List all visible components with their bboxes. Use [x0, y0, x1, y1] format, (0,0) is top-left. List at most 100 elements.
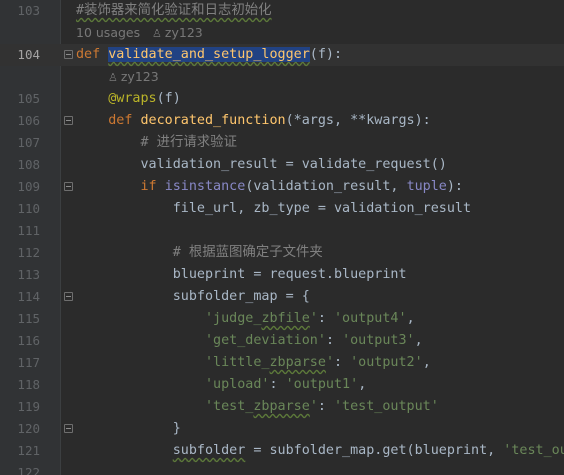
code-text[interactable]: }: [76, 418, 181, 440]
code-token: 'test_: [205, 399, 254, 414]
code-token: (*args, **kwargs):: [285, 113, 431, 128]
line-number: 116: [17, 333, 40, 348]
code-token: 'output4': [334, 311, 407, 326]
code-token: 'little_: [205, 355, 270, 370]
code-token: :: [317, 399, 334, 414]
code-token: (validation_result,: [245, 179, 407, 194]
code-token: = subfolder_map.get(blueprint,: [245, 443, 504, 458]
code-line[interactable]: 115 'judge_zbfile': 'output4',: [0, 308, 564, 330]
code-line[interactable]: 108 validation_result = validate_request…: [0, 154, 564, 176]
code-line[interactable]: 117 'little_zbparse': 'output2',: [0, 352, 564, 374]
code-line[interactable]: 110 file_url, zb_type = validation_resul…: [0, 198, 564, 220]
code-token: 'get_deviation': [205, 333, 326, 348]
code-text[interactable]: def validate_and_setup_logger(f):: [76, 44, 342, 66]
line-number: 108: [17, 157, 40, 172]
code-text[interactable]: # 进行请求验证: [76, 132, 237, 154]
code-text[interactable]: 'little_zbparse': 'output2',: [76, 352, 431, 374]
code-token: tuple: [406, 179, 447, 194]
fold-toggle-icon[interactable]: [64, 50, 73, 59]
code-line[interactable]: 113 blueprint = request.blueprint: [0, 264, 564, 286]
code-line[interactable]: 109 if isinstance(validation_result, tup…: [0, 176, 564, 198]
code-vision-hint[interactable]: ♙ zy123: [108, 66, 159, 89]
code-token: 'upload': [205, 377, 270, 392]
code-token: 'judge_: [205, 311, 262, 326]
code-token: ,: [414, 333, 423, 348]
usages-count[interactable]: 10 usages: [76, 25, 140, 40]
code-token: ):: [446, 179, 463, 194]
code-token: :: [325, 333, 343, 348]
line-number: 103: [17, 3, 40, 18]
code-text[interactable]: #装饰器来简化验证和日志初始化: [76, 0, 272, 22]
line-number: 115: [17, 311, 40, 326]
line-number: 112: [17, 245, 40, 260]
code-token: :: [334, 355, 351, 370]
fold-toggle-icon[interactable]: [64, 292, 73, 301]
code-token: isinstance: [164, 179, 246, 194]
line-number: 113: [17, 267, 40, 282]
code-token: #装饰器来简化验证和日志初始化: [76, 3, 272, 18]
code-token: if: [140, 179, 165, 194]
line-number: 109: [17, 179, 40, 194]
code-line[interactable]: 121 subfolder = subfolder_map.get(bluepr…: [0, 440, 564, 462]
code-line[interactable]: 114 subfolder_map = {: [0, 286, 564, 308]
author-name[interactable]: zy123: [121, 69, 159, 84]
code-line[interactable]: 103 #装饰器来简化验证和日志初始化: [0, 0, 564, 22]
code-token: zbparse: [269, 355, 326, 370]
code-token: subfolder_map = {: [76, 289, 310, 304]
line-number: 117: [17, 355, 40, 370]
line-number: 110: [17, 201, 40, 216]
code-line[interactable]: 122: [0, 462, 564, 475]
inlay-hint-row[interactable]: ♙ zy123: [0, 66, 564, 88]
code-line[interactable]: 116 'get_deviation': 'output3',: [0, 330, 564, 352]
code-text[interactable]: subfolder_map = {: [76, 286, 310, 308]
author-name[interactable]: zy123: [165, 25, 203, 40]
code-token: # 根据蓝图确定子文件夹: [172, 245, 323, 260]
code-token: blueprint = request.blueprint: [76, 267, 407, 282]
line-number: 119: [17, 399, 40, 414]
code-text[interactable]: # 根据蓝图确定子文件夹: [76, 242, 323, 264]
line-number: 118: [17, 377, 40, 392]
code-token: ,: [406, 311, 415, 326]
code-line[interactable]: 106 def decorated_function(*args, **kwar…: [0, 110, 564, 132]
code-token: 'test_output': [503, 443, 564, 458]
code-text[interactable]: subfolder = subfolder_map.get(blueprint,…: [76, 440, 564, 462]
line-number: 111: [17, 223, 40, 238]
code-line[interactable]: 105 @wraps(f): [0, 88, 564, 110]
code-text[interactable]: @wraps(f): [76, 88, 181, 110]
code-line[interactable]: 112 # 根据蓝图确定子文件夹: [0, 242, 564, 264]
code-token: 'test_output': [334, 399, 439, 414]
code-text[interactable]: if isinstance(validation_result, tuple):: [76, 176, 464, 198]
code-token: }: [76, 421, 181, 436]
line-number: 121: [17, 443, 40, 458]
code-text[interactable]: 'test_zbparse': 'test_output': [76, 396, 439, 418]
code-token: ,: [422, 355, 431, 370]
code-line[interactable]: 118 'upload': 'output1',: [0, 374, 564, 396]
code-text[interactable]: def decorated_function(*args, **kwargs):: [76, 110, 431, 132]
code-editor[interactable]: 103 #装饰器来简化验证和日志初始化 10 usages ♙ zy123 104 def…: [0, 0, 564, 475]
inlay-hint-row[interactable]: 10 usages ♙ zy123: [0, 22, 564, 44]
code-line[interactable]: 111: [0, 220, 564, 242]
code-line[interactable]: 120 }: [0, 418, 564, 440]
code-token: def: [76, 47, 109, 62]
code-text[interactable]: blueprint = request.blueprint: [76, 264, 407, 286]
code-line[interactable]: 104 def validate_and_setup_logger(f):: [0, 44, 564, 66]
code-line[interactable]: 107 # 进行请求验证: [0, 132, 564, 154]
code-text[interactable]: 'upload': 'output1',: [76, 374, 366, 396]
code-text[interactable]: 'judge_zbfile': 'output4',: [76, 308, 415, 330]
code-text[interactable]: validation_result = validate_request(): [76, 154, 446, 176]
code-line[interactable]: 119 'test_zbparse': 'test_output': [0, 396, 564, 418]
code-vision-hint[interactable]: 10 usages ♙ zy123: [76, 22, 203, 45]
fold-end-icon[interactable]: [64, 424, 73, 433]
line-number: 104: [17, 47, 40, 62]
code-token: :: [269, 377, 286, 392]
code-text[interactable]: file_url, zb_type = validation_result: [76, 198, 471, 220]
fold-toggle-icon[interactable]: [64, 116, 73, 125]
fold-toggle-icon[interactable]: [64, 182, 73, 191]
code-token: zbfile: [261, 311, 310, 326]
code-text[interactable]: 'get_deviation': 'output3',: [76, 330, 423, 352]
